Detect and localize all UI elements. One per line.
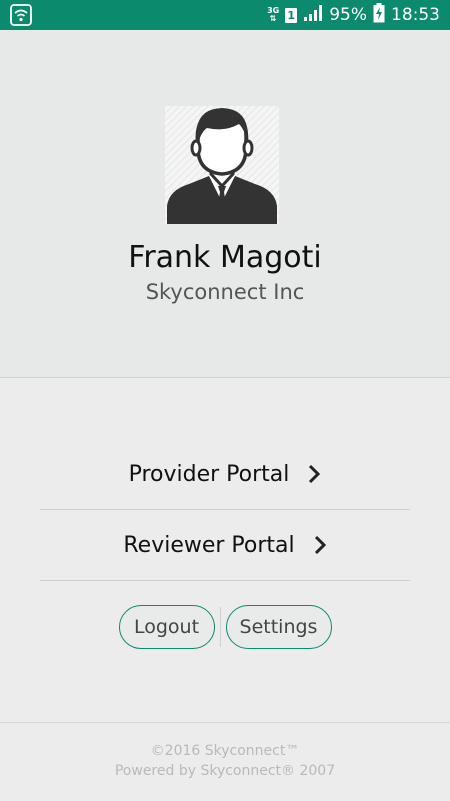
footer: ©2016 Skyconnect™ Powered by Skyconnect®… bbox=[0, 722, 450, 801]
reviewer-portal-item[interactable]: Reviewer Portal bbox=[40, 510, 410, 581]
company-name: Skyconnect Inc bbox=[145, 280, 305, 304]
data-transfer-icon: 3G ⇅ bbox=[267, 6, 280, 23]
copyright-text: ©2016 Skyconnect™ bbox=[150, 743, 300, 759]
action-buttons: Logout Settings bbox=[0, 604, 450, 650]
battery-charging-icon bbox=[373, 2, 385, 28]
profile-header: Frank Magoti Skyconnect Inc bbox=[0, 30, 450, 378]
user-name: Frank Magoti bbox=[128, 240, 322, 275]
portal-menu: Provider Portal Reviewer Portal Logout S… bbox=[0, 378, 450, 722]
logout-button[interactable]: Logout bbox=[118, 605, 215, 649]
provider-portal-label: Provider Portal bbox=[128, 461, 290, 487]
settings-button[interactable]: Settings bbox=[225, 605, 332, 649]
network-type: 3G bbox=[267, 6, 280, 15]
provider-portal-item[interactable]: Provider Portal bbox=[40, 439, 410, 510]
signal-icon bbox=[303, 4, 323, 27]
sim-slot: 1 bbox=[287, 8, 296, 22]
reviewer-portal-label: Reviewer Portal bbox=[123, 532, 295, 558]
button-divider bbox=[219, 607, 221, 647]
status-bar: 3G ⇅ 1 95% 18:53 bbox=[0, 0, 450, 30]
user-avatar-icon bbox=[165, 106, 279, 224]
sim-icon: 1 bbox=[285, 7, 298, 23]
chevron-right-icon bbox=[313, 535, 327, 555]
wifi-icon bbox=[10, 4, 34, 26]
clock: 18:53 bbox=[391, 5, 440, 25]
battery-percent: 95% bbox=[329, 5, 367, 25]
powered-by-text: Powered by Skyconnect® 2007 bbox=[114, 763, 336, 779]
chevron-right-icon bbox=[307, 464, 321, 484]
